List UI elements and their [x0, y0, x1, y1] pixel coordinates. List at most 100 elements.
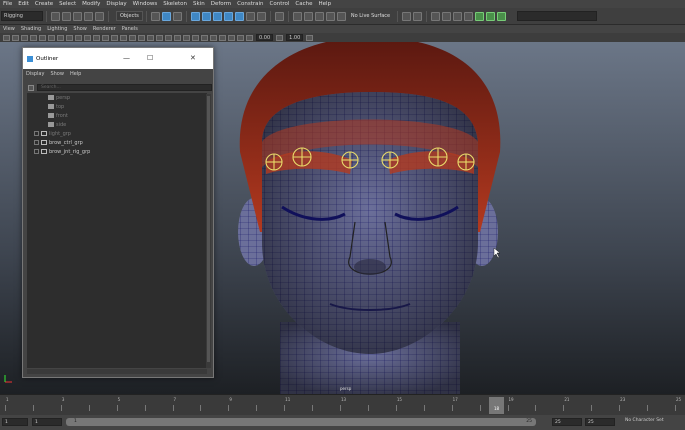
- close-icon[interactable]: ✕: [190, 54, 196, 62]
- exposure-icon[interactable]: [246, 34, 253, 41]
- outliner-item-side[interactable]: side: [27, 120, 207, 129]
- menu-help[interactable]: Help: [319, 1, 332, 7]
- construction-history-icon[interactable]: [413, 11, 423, 21]
- menu-deform[interactable]: Deform: [211, 1, 231, 7]
- menu-skeleton[interactable]: Skeleton: [163, 1, 187, 7]
- outliner-search-input[interactable]: Search...: [37, 84, 212, 91]
- motion-blur-icon[interactable]: [183, 34, 190, 41]
- panel-menu-view[interactable]: View: [3, 26, 15, 32]
- menu-control[interactable]: Control: [270, 1, 290, 7]
- menu-constrain[interactable]: Constrain: [237, 1, 263, 7]
- playback-start-field[interactable]: 1: [32, 418, 62, 426]
- select-handle-icon[interactable]: [190, 11, 200, 21]
- select-deformer-icon[interactable]: [234, 11, 244, 21]
- field-chart-icon[interactable]: [93, 34, 100, 41]
- gate-mask-icon[interactable]: [84, 34, 91, 41]
- hypershade-icon[interactable]: [475, 11, 485, 21]
- wireframe-icon[interactable]: [120, 34, 127, 41]
- select-render-icon[interactable]: [256, 11, 266, 21]
- image-plane-icon[interactable]: [30, 34, 37, 41]
- panel-menu-renderer[interactable]: Renderer: [93, 26, 116, 32]
- expand-icon[interactable]: [34, 131, 39, 136]
- safe-title-icon[interactable]: [111, 34, 118, 41]
- outliner-menu-show[interactable]: Show: [50, 71, 64, 77]
- undo-icon[interactable]: [84, 11, 93, 21]
- make-live-icon[interactable]: [336, 11, 346, 21]
- menu-file[interactable]: File: [3, 1, 12, 7]
- safe-action-icon[interactable]: [102, 34, 109, 41]
- panel-menu-lighting[interactable]: Lighting: [47, 26, 67, 32]
- snap-point-icon[interactable]: [314, 11, 324, 21]
- film-gate-icon[interactable]: [66, 34, 73, 41]
- light-editor-icon[interactable]: [497, 11, 507, 21]
- select-dynamic-icon[interactable]: [245, 11, 255, 21]
- menu-edit[interactable]: Edit: [18, 1, 29, 7]
- select-curve-icon[interactable]: [212, 11, 222, 21]
- outliner-item-brow-jnt-rig-grp[interactable]: brow_jnt_rig_grp: [27, 147, 207, 156]
- outliner-titlebar[interactable]: Outliner — ☐ ✕: [23, 48, 213, 69]
- minimize-icon[interactable]: —: [123, 54, 130, 62]
- gamma-icon[interactable]: [276, 34, 284, 41]
- new-scene-icon[interactable]: [51, 11, 60, 21]
- component-mode-icon[interactable]: [172, 11, 182, 21]
- gamma-field[interactable]: 1.00: [286, 34, 304, 41]
- search-options-icon[interactable]: [28, 85, 34, 91]
- menu-set-dropdown[interactable]: Rigging: [1, 11, 43, 21]
- grid-icon[interactable]: [57, 34, 64, 41]
- exposure-field[interactable]: 0.00: [256, 34, 274, 41]
- ipr-render-icon[interactable]: [453, 11, 463, 21]
- outliner-item-brow-ctrl-grp[interactable]: brow_ctrl_grp: [27, 138, 207, 147]
- expand-icon[interactable]: [34, 140, 39, 145]
- character-set-label[interactable]: No Character Set: [625, 418, 664, 423]
- color-management-icon[interactable]: [306, 34, 314, 41]
- menu-select[interactable]: Select: [59, 1, 76, 7]
- panel-menu-show[interactable]: Show: [73, 26, 87, 32]
- menu-skin[interactable]: Skin: [193, 1, 205, 7]
- input-output-icon[interactable]: [402, 11, 412, 21]
- isolate-select-icon[interactable]: [210, 34, 217, 41]
- redo-icon[interactable]: [95, 11, 104, 21]
- render-setup-icon[interactable]: [486, 11, 496, 21]
- menu-windows[interactable]: Windows: [133, 1, 158, 7]
- multisample-aa-icon[interactable]: [192, 34, 199, 41]
- menu-cache[interactable]: Cache: [295, 1, 312, 7]
- expand-icon[interactable]: [34, 149, 39, 154]
- outliner-menu-help[interactable]: Help: [70, 71, 81, 77]
- outliner-menu-display[interactable]: Display: [26, 71, 44, 77]
- outliner-item-persp[interactable]: persp: [27, 93, 207, 102]
- use-all-lights-icon[interactable]: [156, 34, 163, 41]
- xray-icon[interactable]: [219, 34, 226, 41]
- outliner-vertical-scrollbar[interactable]: [206, 94, 211, 368]
- textured-icon[interactable]: [147, 34, 154, 41]
- render-current-icon[interactable]: [442, 11, 452, 21]
- render-settings-icon[interactable]: [464, 11, 474, 21]
- lock-selection-icon[interactable]: [274, 11, 284, 21]
- panel-menu-shading[interactable]: Shading: [21, 26, 41, 32]
- outliner-item-front[interactable]: front: [27, 111, 207, 120]
- hierarchy-mode-icon[interactable]: [150, 11, 160, 21]
- maximize-icon[interactable]: ☐: [147, 54, 153, 62]
- menu-modify[interactable]: Modify: [82, 1, 100, 7]
- outliner-horizontal-scrollbar[interactable]: [27, 369, 207, 374]
- select-joint-icon[interactable]: [201, 11, 211, 21]
- animation-start-field[interactable]: 1: [2, 418, 28, 426]
- outliner-item-light-grp[interactable]: light_grp: [27, 129, 207, 138]
- snap-grid-icon[interactable]: [292, 11, 302, 21]
- depth-of-field-icon[interactable]: [201, 34, 208, 41]
- camera-attributes-icon[interactable]: [3, 34, 10, 41]
- animation-end-field[interactable]: 25: [585, 418, 615, 426]
- screen-space-ao-icon[interactable]: [174, 34, 181, 41]
- panel-menu-panels[interactable]: Panels: [122, 26, 138, 32]
- selection-mode-dropdown[interactable]: Objects: [116, 11, 143, 21]
- outliner-item-top[interactable]: top: [27, 102, 207, 111]
- xray-joints-icon[interactable]: [228, 34, 235, 41]
- time-slider[interactable]: 18 1 3 5 7 9 11 13 15 17 19 21 23 25: [0, 394, 685, 415]
- resolution-gate-icon[interactable]: [75, 34, 82, 41]
- menu-create[interactable]: Create: [35, 1, 53, 7]
- object-mode-icon[interactable]: [161, 11, 171, 21]
- playback-end-field[interactable]: 25: [552, 418, 582, 426]
- 2d-pan-zoom-icon[interactable]: [39, 34, 46, 41]
- quick-command-field[interactable]: [517, 11, 598, 21]
- grease-pencil-icon[interactable]: [48, 34, 55, 41]
- snap-curve-icon[interactable]: [303, 11, 313, 21]
